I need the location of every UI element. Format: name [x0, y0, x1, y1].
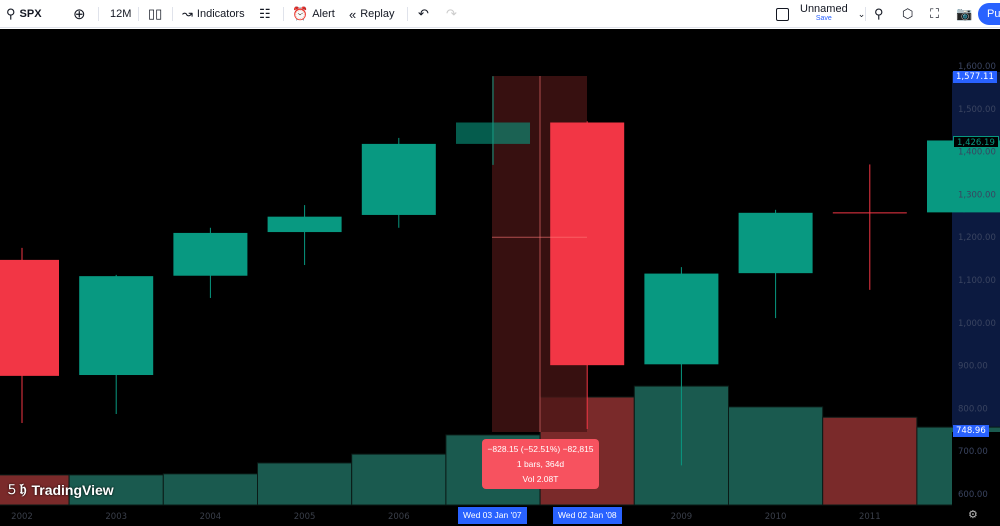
top-toolbar: ⚲ SPX ⊕ 12M ▯▯ ↝ Indicators ☷ ⏰ Alert «Repl…	[0, 0, 1000, 28]
volume-bar-2006	[351, 453, 447, 506]
price-tag-high: 1,577.11	[953, 71, 997, 83]
symbol-search-button[interactable]: ⚲ SPX	[6, 0, 42, 28]
chart-type-button[interactable]: ▯▯	[148, 0, 162, 28]
volume-bar-2004	[162, 473, 258, 506]
indicators-icon: ↝	[182, 6, 193, 21]
candle-body-2002	[0, 259, 59, 376]
x-tick-label: 2005	[294, 512, 316, 522]
y-tick-label: 800.00	[958, 404, 988, 414]
measure-tooltip: −828.15 (−52.51%) −82,815 1 bars, 364d V…	[482, 439, 599, 489]
alert-button[interactable]: ⏰ Alert	[292, 0, 335, 28]
candle-body-2007	[456, 122, 530, 144]
candle-body-2005	[267, 216, 342, 233]
y-tick-label: 1,400.00	[958, 148, 996, 158]
measure-bars: 1 bars, 364d	[516, 459, 565, 469]
x-tick-label: 2011	[859, 512, 881, 522]
candles-icon: ▯▯	[148, 6, 163, 21]
interval-button[interactable]: 12M	[110, 0, 131, 28]
lightning-search-icon: ⚲	[874, 6, 884, 21]
screenshot-button[interactable]: 📷	[956, 0, 972, 28]
compare-button[interactable]: ⊕	[73, 0, 86, 28]
y-tick-label: 1,500.00	[958, 105, 996, 115]
candle-body-2009	[644, 273, 719, 365]
y-tick-label: 1,300.00	[958, 190, 996, 200]
volume-bar-2011	[822, 416, 918, 506]
axis-selection-shade	[952, 72, 1000, 432]
measure-change: −828.15 (−52.51%) −82,815	[487, 444, 594, 454]
y-tick-label: 1,000.00	[958, 319, 996, 329]
measure-start-date: Wed 03 Jan '07	[458, 507, 527, 524]
plus-circle-icon: ⊕	[73, 6, 86, 23]
x-tick-label: 2004	[200, 512, 222, 522]
candle-body-2011	[832, 212, 907, 214]
replay-button[interactable]: «Replay	[349, 0, 394, 28]
candle-body-2003	[79, 276, 154, 376]
volume-bar-2005	[257, 462, 353, 506]
undo-icon: ↶	[418, 6, 429, 21]
camera-icon: 📷	[956, 6, 973, 21]
layout-checkbox[interactable]	[776, 0, 789, 28]
measure-end-date: Wed 02 Jan '08	[553, 507, 622, 524]
x-tick-label: 2002	[11, 512, 33, 522]
measure-volume: Vol 2.08T	[522, 474, 559, 484]
volume-bar-2010	[728, 406, 824, 506]
fullscreen-button[interactable]: ⛶	[930, 0, 939, 28]
y-tick-label: 1,100.00	[958, 276, 996, 286]
x-tick-label: 2003	[105, 512, 127, 522]
price-tag-low: 748.96	[953, 425, 989, 437]
layout-name-button[interactable]: Unnamed Save ⌄	[800, 0, 865, 28]
y-tick-label: 900.00	[958, 362, 988, 372]
candle-body-2006	[361, 143, 436, 215]
x-tick-label: 2006	[388, 512, 410, 522]
redo-button[interactable]: ↷	[446, 0, 457, 28]
x-tick-label: 2010	[765, 512, 787, 522]
y-tick-label: 1,200.00	[958, 233, 996, 243]
templates-button[interactable]: ☷	[259, 0, 271, 28]
x-tick-label: 2009	[671, 512, 693, 522]
square-icon	[776, 7, 789, 21]
indicators-button[interactable]: ↝ Indicators	[182, 0, 245, 28]
price-tag-last: 1,426.19	[953, 136, 999, 148]
quick-search-button[interactable]: ⚲	[874, 0, 884, 28]
tradingview-logo[interactable]: 𝟻 𝔥 TradingView	[7, 481, 114, 498]
y-tick-label: 600.00	[958, 490, 988, 500]
redo-icon: ↷	[446, 6, 457, 21]
candle-body-2008	[550, 122, 625, 366]
axis-settings-icon[interactable]: ⚙	[968, 508, 978, 521]
undo-button[interactable]: ↶	[418, 0, 429, 28]
fullscreen-icon: ⛶	[930, 6, 940, 21]
settings-button[interactable]: ⬡	[902, 0, 913, 28]
publish-button[interactable]: Pu	[978, 3, 1000, 25]
candle-body-2004	[173, 232, 248, 276]
y-tick-label: 700.00	[958, 447, 988, 457]
candle-body-2010	[738, 212, 813, 274]
search-icon: ⚲	[6, 6, 16, 21]
alarm-clock-icon: ⏰	[292, 6, 309, 21]
gear-icon: ⬡	[902, 6, 914, 21]
rewind-icon: «	[349, 6, 357, 22]
grid-icon: ☷	[259, 6, 271, 21]
